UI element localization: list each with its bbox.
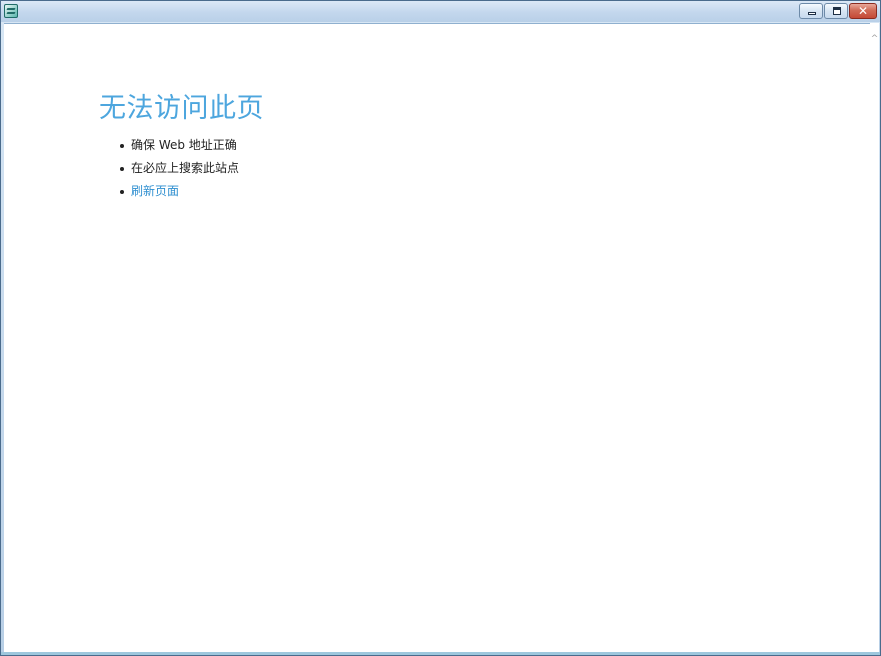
bullet-icon — [120, 190, 124, 194]
title-bar[interactable]: ✕ — [1, 1, 880, 22]
close-button[interactable]: ✕ — [849, 3, 877, 19]
page-content: 无法访问此页 确保 Web 地址正确 在必应上搜索此站点 刷新页面 — [4, 23, 870, 654]
maximize-icon — [833, 7, 841, 15]
list-item: 在必应上搜索此站点 — [114, 160, 239, 183]
suggestion-text: 在必应上搜索此站点 — [131, 161, 240, 175]
bullet-icon — [120, 167, 124, 171]
caption-buttons: ✕ — [799, 3, 877, 19]
bullet-icon — [120, 144, 124, 148]
suggestion-text: 确保 Web 地址正确 — [131, 138, 237, 152]
suggestion-list: 确保 Web 地址正确 在必应上搜索此站点 刷新页面 — [114, 137, 239, 206]
app-icon[interactable] — [4, 4, 18, 18]
browser-window: ✕ 无法访问此页 确保 Web 地址正确 在必应上搜索此站点 刷新页面 ^ — [0, 0, 881, 656]
refresh-page-link[interactable]: 刷新页面 — [131, 184, 179, 198]
window-bottom-border — [1, 652, 880, 655]
page-title: 无法访问此页 — [99, 93, 264, 124]
list-item: 刷新页面 — [114, 183, 239, 206]
list-item: 确保 Web 地址正确 — [114, 137, 239, 160]
maximize-button[interactable] — [824, 3, 848, 19]
minimize-button[interactable] — [799, 3, 823, 19]
close-icon: ✕ — [857, 4, 869, 18]
vertical-scrollbar[interactable]: ^ — [870, 23, 879, 654]
minimize-icon — [808, 12, 816, 15]
scroll-up-icon[interactable]: ^ — [870, 35, 879, 44]
